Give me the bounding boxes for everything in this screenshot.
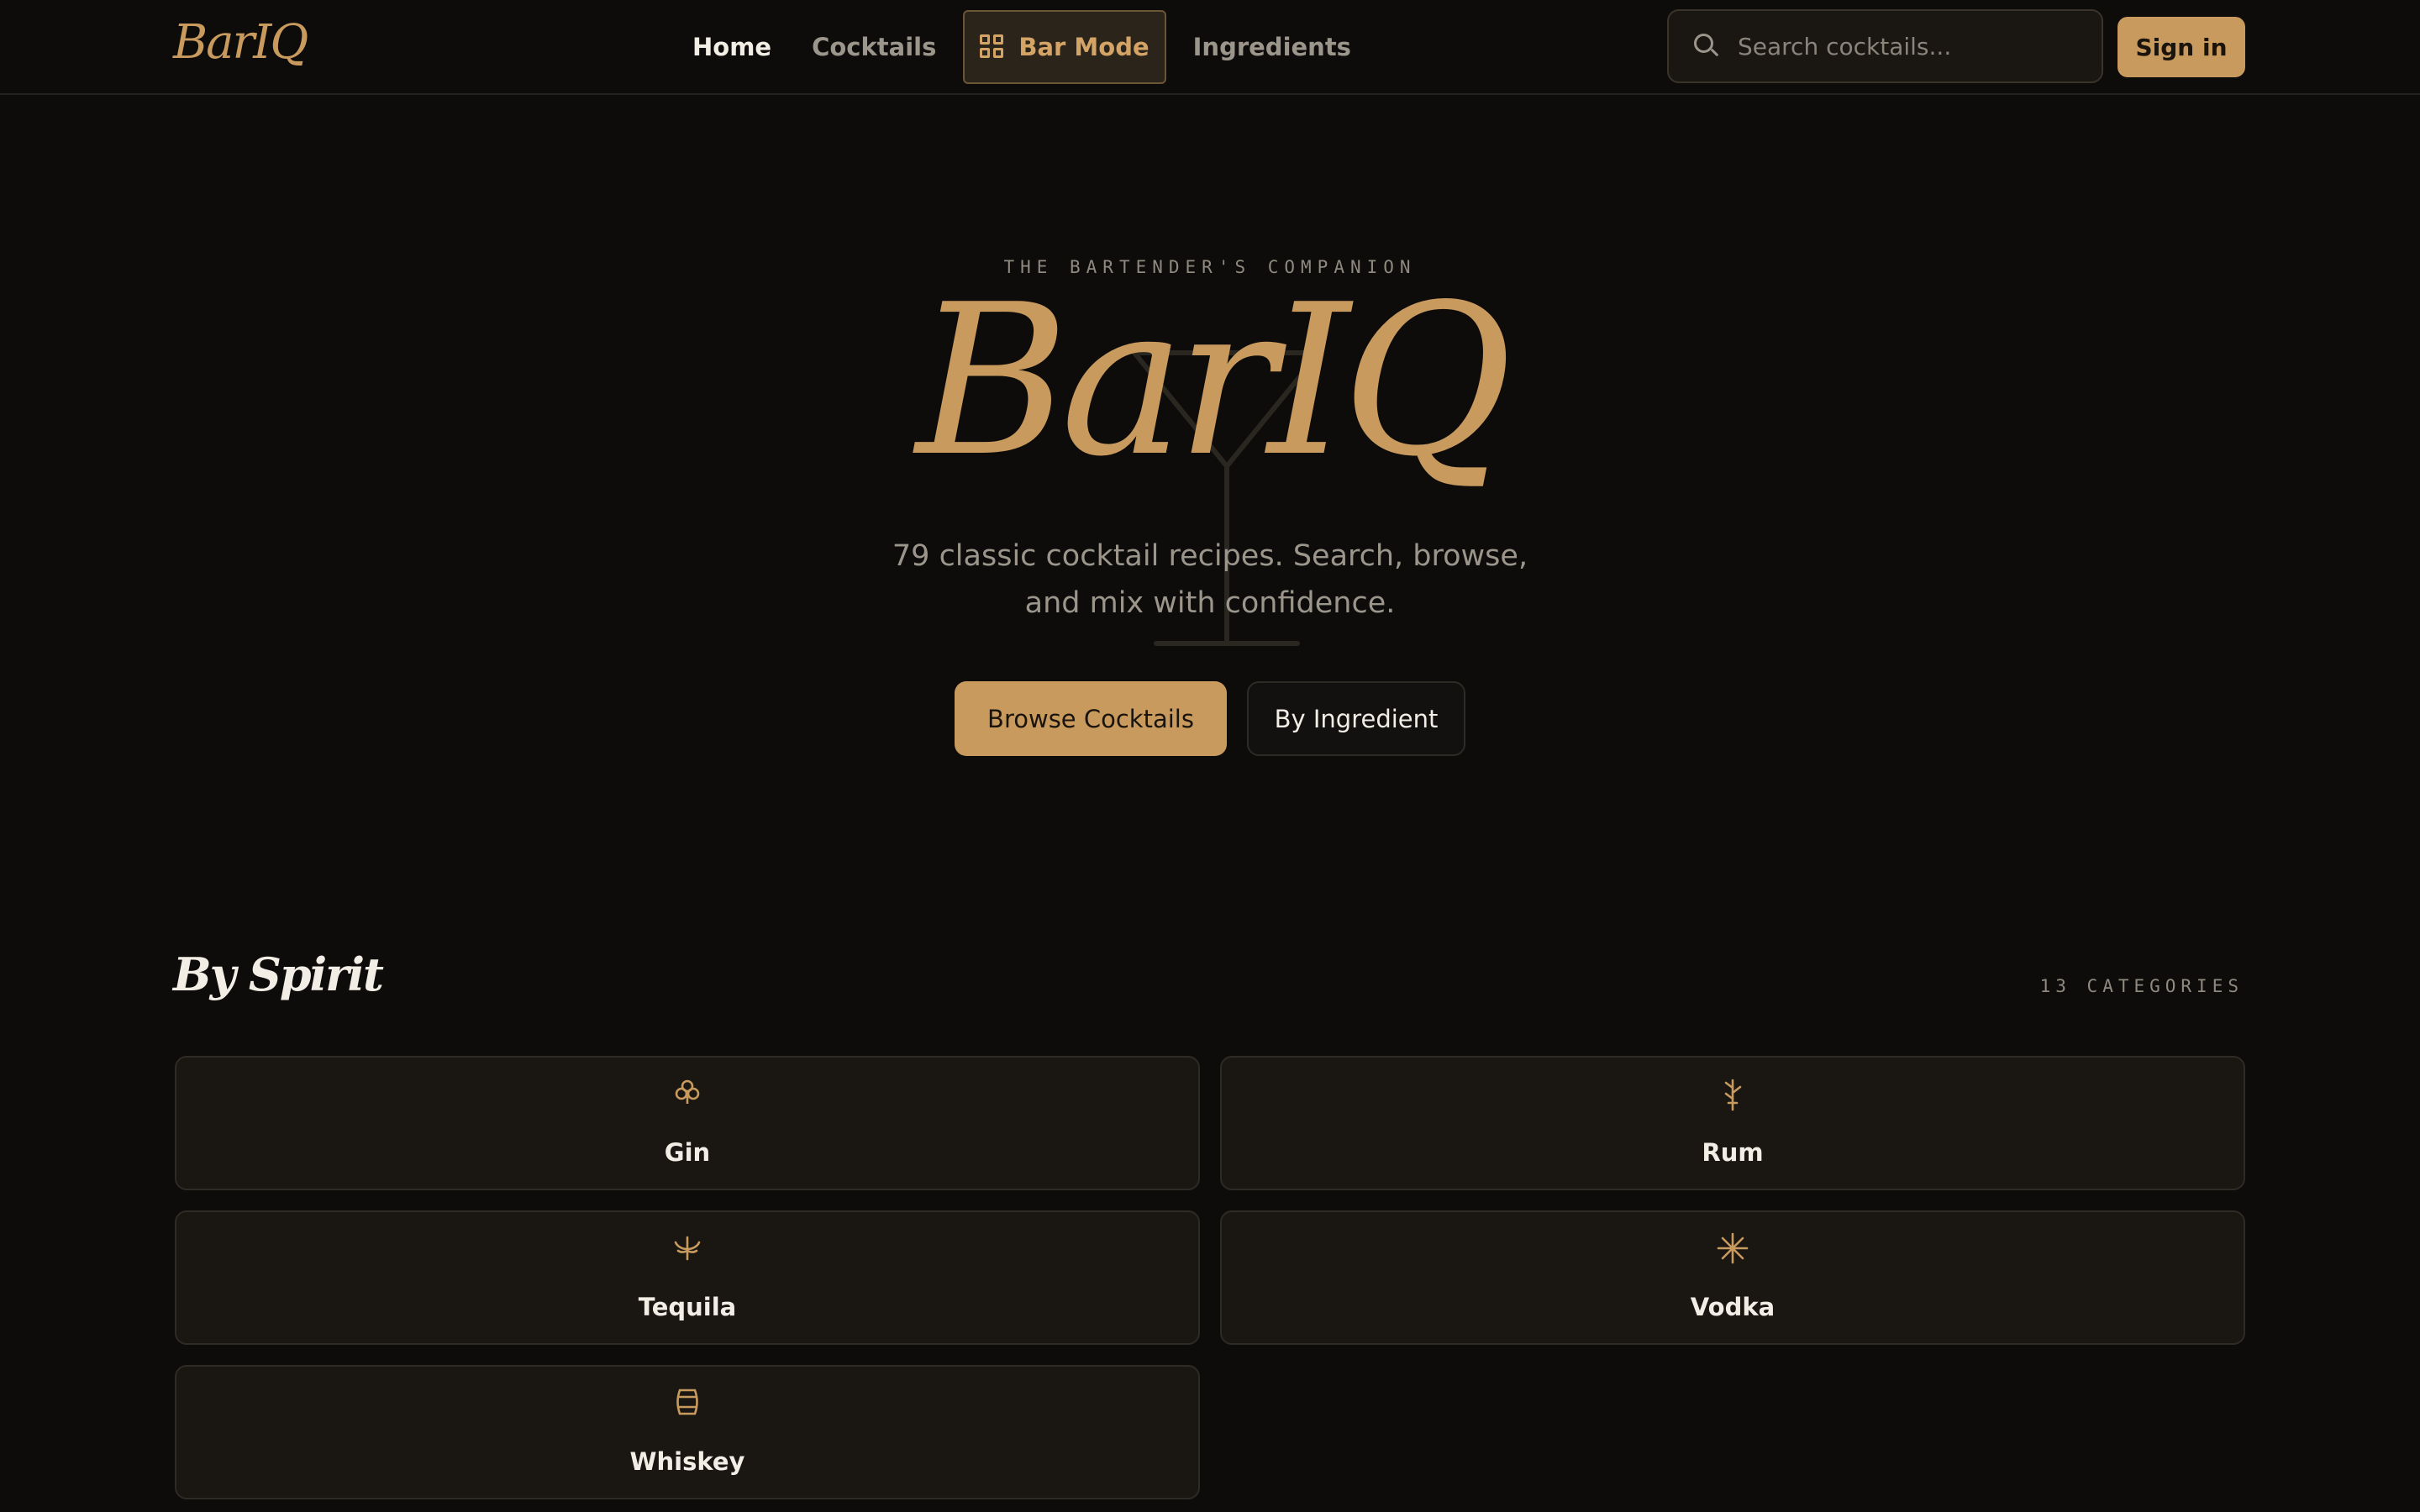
grid-icon (980, 34, 1005, 60)
brand-logo[interactable]: BarIQ (173, 15, 308, 70)
spirit-card-label: Tequila (638, 1293, 737, 1321)
spirit-card-label: Rum (1702, 1138, 1764, 1167)
spirit-card-vodka[interactable]: Vodka (1220, 1210, 2245, 1345)
search-input[interactable] (1738, 21, 2102, 71)
clover-icon (675, 1079, 700, 1104)
search-icon (1694, 34, 1719, 59)
sugarcane-icon (1724, 1079, 1742, 1111)
sign-in-button[interactable]: Sign in (2118, 17, 2245, 77)
nav-link-home[interactable]: Home (672, 10, 792, 84)
search-box (1667, 9, 2103, 83)
nav-link-bar-mode[interactable]: Bar Mode (963, 10, 1166, 84)
category-count: 13 CATEGORIES (2039, 976, 2244, 996)
browse-cocktails-button[interactable]: Browse Cocktails (955, 681, 1227, 756)
section-title: By Spirit (173, 948, 384, 1001)
spirit-card-label: Whiskey (629, 1447, 745, 1476)
bar-mode-label: Bar Mode (1018, 33, 1150, 61)
top-nav: BarIQ Home Cocktails Bar Mode Ingredient… (0, 0, 2420, 95)
nav-link-ingredients[interactable]: Ingredients (1173, 10, 1371, 84)
hero-subtitle: 79 classic cocktail recipes. Search, bro… (892, 539, 1528, 620)
spirit-card-whiskey[interactable]: Whiskey (175, 1365, 1200, 1499)
spirit-card-rum[interactable]: Rum (1220, 1056, 2245, 1190)
by-ingredient-button[interactable]: By Ingredient (1247, 681, 1465, 756)
hero-title: BarIQ (916, 260, 1512, 502)
spirit-card-label: Vodka (1690, 1293, 1776, 1321)
spirit-card-tequila[interactable]: Tequila (175, 1210, 1200, 1345)
snowflake-icon (1717, 1232, 1749, 1264)
nav-link-cocktails[interactable]: Cocktails (792, 10, 956, 84)
barrel-icon (676, 1389, 698, 1415)
nav-links: Home Cocktails Bar Mode Ingredients (672, 10, 1371, 84)
spirit-card-label: Gin (664, 1138, 711, 1167)
agave-icon (674, 1236, 701, 1261)
page: BarIQ Home Cocktails Bar Mode Ingredient… (0, 0, 2420, 1512)
spirit-card-gin[interactable]: Gin (175, 1056, 1200, 1190)
